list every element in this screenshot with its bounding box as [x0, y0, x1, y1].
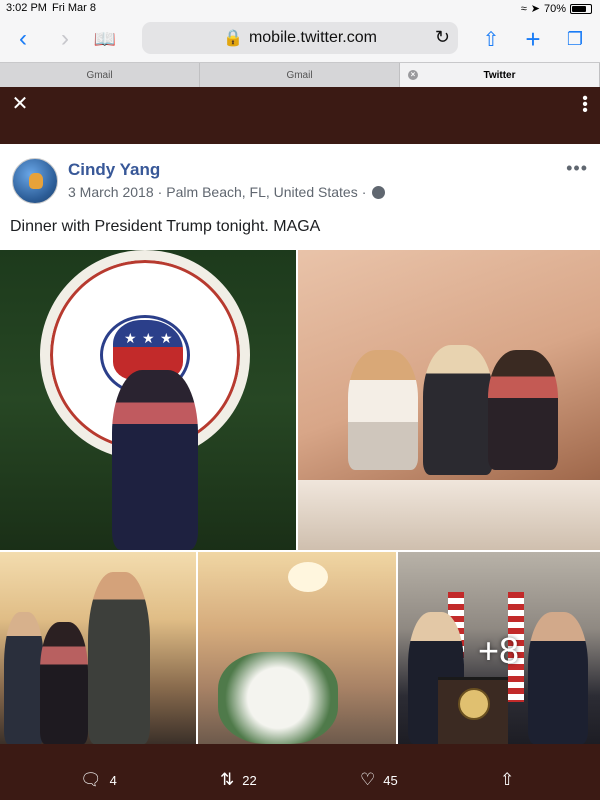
meta-separator: · [361, 184, 367, 200]
retweet-button[interactable]: ⇅ 22 [220, 770, 257, 790]
location-icon: ➤ [530, 3, 540, 15]
wifi-icon: ≈ [520, 2, 527, 15]
status-time: 3:02 PM [6, 2, 47, 14]
back-icon[interactable]: ‹ [8, 24, 38, 54]
reload-icon[interactable]: ↻ [435, 27, 450, 48]
tabs-icon[interactable]: ❐ [560, 24, 590, 54]
heart-icon: ♡ [360, 770, 376, 789]
close-tab-icon[interactable]: × [408, 70, 418, 80]
reply-count: 4 [109, 772, 117, 788]
post-location: Palm Beach, FL, United States [166, 184, 358, 200]
more-vertical-icon[interactable]: • • • [580, 91, 590, 119]
retweet-count: 22 [242, 772, 257, 788]
tab-gmail-2[interactable]: Gmail [200, 63, 400, 87]
new-tab-icon[interactable]: + [518, 24, 548, 54]
battery-percent: 70% [543, 2, 566, 15]
podium [438, 677, 508, 744]
tab-twitter[interactable]: × Twitter [400, 63, 600, 87]
lock-icon: 🔒 [223, 30, 243, 47]
photo-ballroom [198, 552, 396, 744]
reply-button[interactable]: 🗨 4 [80, 770, 117, 790]
bookmarks-icon[interactable]: 📖 [90, 24, 120, 54]
presidential-seal-icon [458, 688, 490, 720]
like-button[interactable]: ♡ 45 [360, 770, 398, 790]
battery-fill [572, 5, 586, 12]
tab-label: Gmail [286, 69, 313, 81]
post-meta: 3 March 2018 · Palm Beach, FL, United St… [68, 184, 386, 200]
like-count: 45 [383, 772, 398, 788]
browser-toolbar: ‹ › 📖 🔒 mobile.twitter.com ↻ ⇧ + ❐ [0, 16, 600, 62]
more-photos-count: +8 [478, 630, 520, 671]
tab-gmail-1[interactable]: Gmail [0, 63, 200, 87]
share-icon: ⇧ [500, 770, 515, 789]
retweet-icon: ⇅ [220, 770, 235, 789]
post-date: 3 March 2018 [68, 184, 154, 200]
share-icon[interactable]: ⇧ [476, 24, 506, 54]
url-text: mobile.twitter.com [248, 29, 377, 46]
battery-icon [570, 3, 592, 14]
person [112, 370, 198, 550]
photo-podium: +8 [398, 552, 600, 744]
meta-separator: · [157, 184, 163, 200]
photo-group [0, 552, 196, 744]
share-tweet-button[interactable]: ⇧ [500, 770, 514, 790]
more-horizontal-icon: ••• [566, 158, 588, 178]
status-right: ≈ ➤ 70% [521, 2, 592, 15]
tab-label: Twitter [483, 69, 516, 81]
status-date: Fri Mar 8 [52, 2, 96, 14]
status-bar: 3:02 PM Fri Mar 8 ≈ ➤ 70% [0, 0, 600, 16]
post-author: Cindy Yang [68, 160, 161, 179]
tab-strip: Gmail Gmail × Twitter [0, 62, 600, 87]
address-bar[interactable]: 🔒 mobile.twitter.com ↻ [142, 22, 458, 54]
photo-rnc-backdrop: ★ ★ ★ [0, 250, 296, 550]
photo-dinner-table [298, 250, 600, 550]
close-icon[interactable]: ✕ [10, 94, 30, 114]
globe-icon [372, 185, 386, 199]
tweet-actions: 🗨 4 ⇅ 22 ♡ 45 ⇧ [0, 760, 600, 800]
avatar [12, 158, 58, 204]
post-image[interactable]: Cindy Yang 3 March 2018 · Palm Beach, FL… [0, 144, 600, 744]
post-text: Dinner with President Trump tonight. MAG… [10, 218, 321, 235]
tab-label: Gmail [86, 69, 113, 81]
forward-icon[interactable]: › [50, 24, 80, 54]
reply-icon: 🗨 [80, 770, 102, 789]
